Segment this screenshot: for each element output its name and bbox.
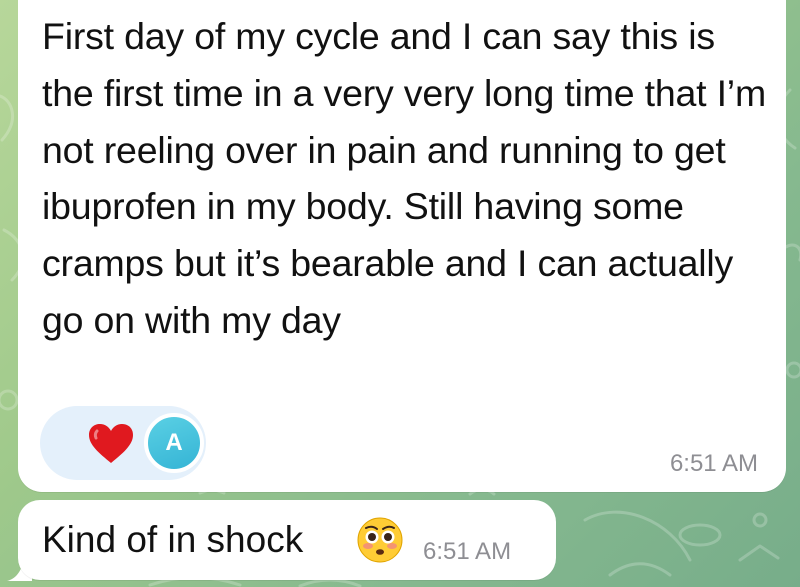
message-timestamp: 6:51 AM — [423, 538, 512, 565]
message-bubble[interactable]: First day of my cycle and I can say this… — [18, 0, 786, 492]
avatar-initial: A — [165, 429, 183, 456]
reactions-pill[interactable]: A — [40, 406, 206, 480]
heart-icon[interactable] — [87, 423, 135, 465]
message-bubble[interactable]: Kind of in shock 6:51 AM — [18, 500, 556, 580]
message-text: Kind of in shock — [42, 519, 304, 560]
message-timestamp: 6:51 AM — [669, 450, 758, 477]
flushed-face-emoji — [357, 517, 403, 563]
reaction-avatar[interactable]: A — [144, 413, 204, 473]
message-text: First day of my cycle and I can say this… — [42, 15, 777, 341]
